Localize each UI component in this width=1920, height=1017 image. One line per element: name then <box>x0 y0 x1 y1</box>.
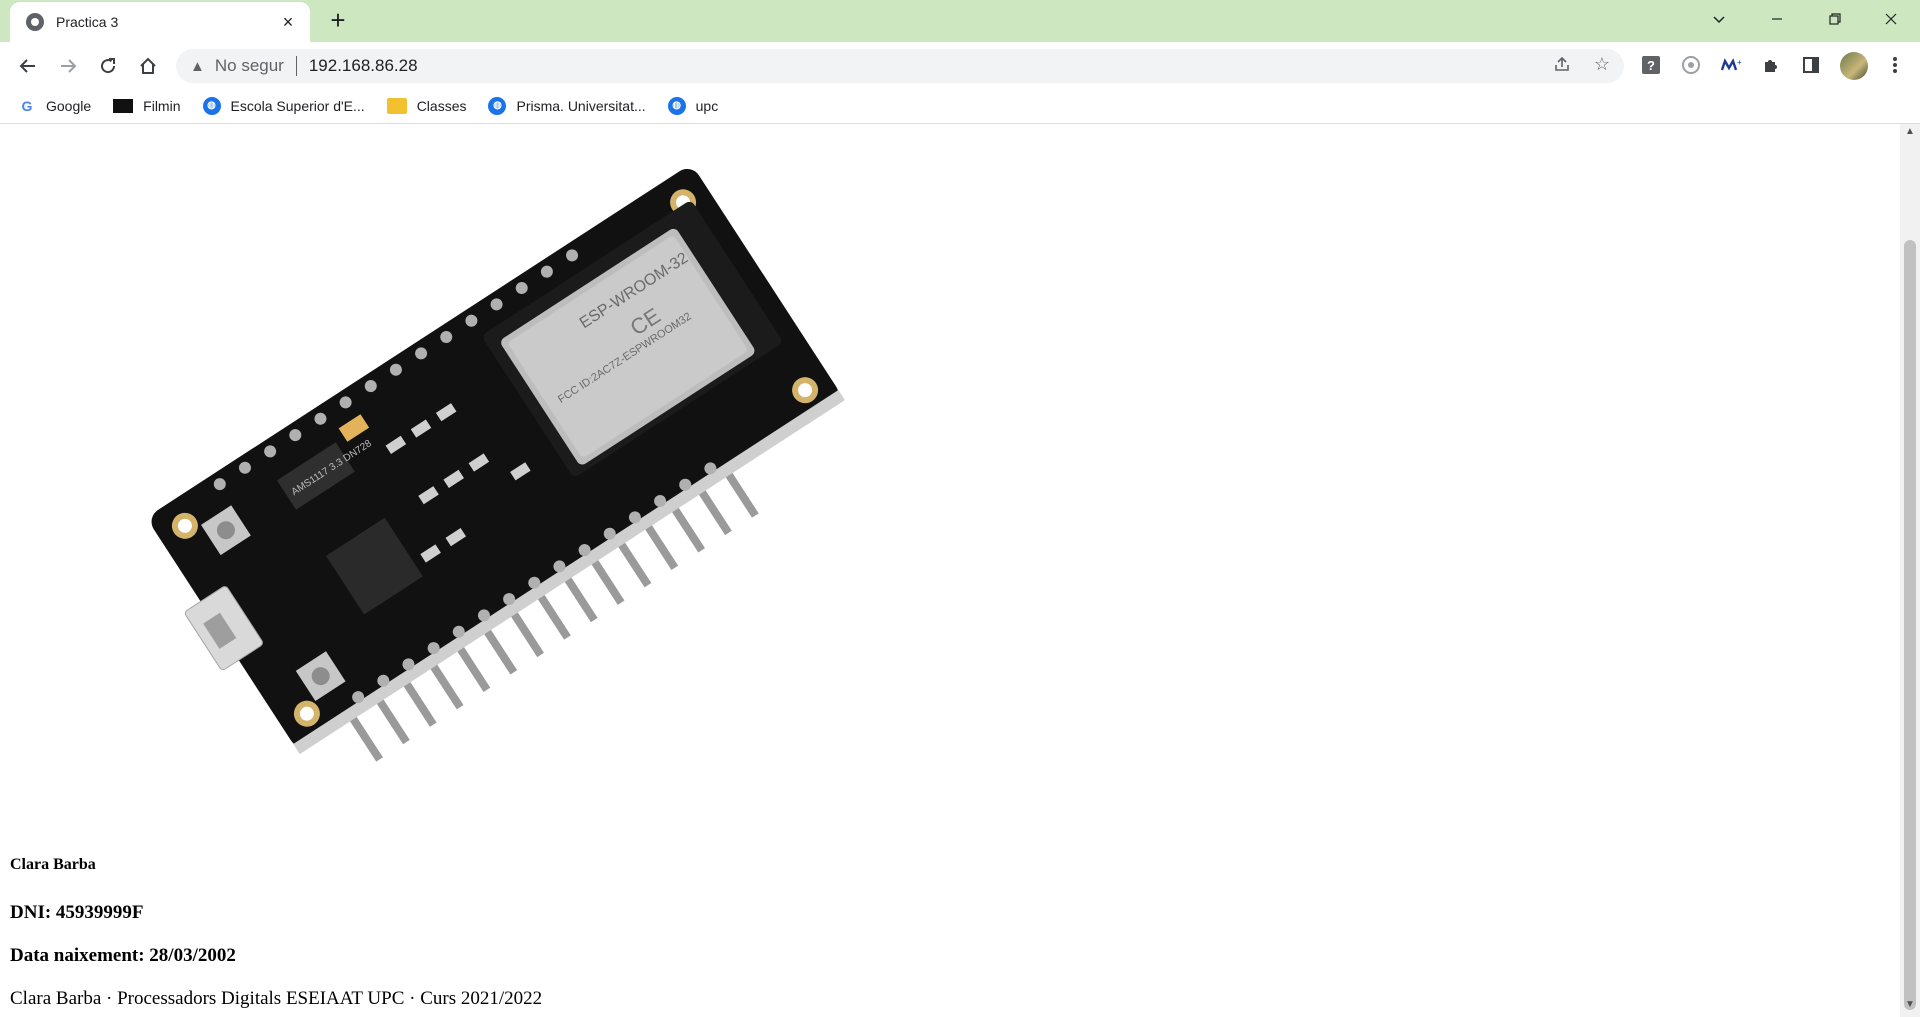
globe-icon: ◍ <box>202 96 221 115</box>
security-label[interactable]: No segur <box>215 56 284 76</box>
bookmark-label: Google <box>46 97 92 114</box>
google-icon: G <box>21 97 33 114</box>
address-bar[interactable]: ▲ No segur 192.168.86.28 <box>176 49 1624 83</box>
bookmark-prisma[interactable]: ◍ Prisma. Universitat... <box>488 96 646 115</box>
bookmark-label: Escola Superior d'E... <box>230 97 365 114</box>
bookmark-filmin[interactable]: Filmin <box>113 97 181 114</box>
extension-circle-icon[interactable] <box>1676 50 1706 80</box>
close-window-button[interactable] <box>1862 0 1920 38</box>
new-tab-button[interactable]: + <box>324 6 352 34</box>
svg-text:+: + <box>1737 58 1742 67</box>
tab-search-chevron-icon[interactable] <box>1690 0 1748 38</box>
forward-button[interactable] <box>52 50 84 82</box>
back-button[interactable] <box>12 50 44 82</box>
tab-title: Practica 3 <box>56 14 119 30</box>
address-divider <box>295 56 297 76</box>
esp32-board-image: ESP-WROOM-32 FCC ID:2AC7Z-ESPWROOM32 CE … <box>151 168 845 762</box>
page-scrollbar[interactable]: ▲ ▼ <box>1900 124 1920 1017</box>
scrollbar-thumb[interactable] <box>1904 240 1916 1010</box>
profile-avatar[interactable] <box>1840 52 1868 80</box>
browser-toolbar: ▲ No segur 192.168.86.28 ☆ ? + <box>0 42 1920 88</box>
globe-icon: ◍ <box>667 96 686 115</box>
tab-practica-3[interactable]: Practica 3 × <box>10 2 310 42</box>
bookmark-label: Filmin <box>143 97 181 114</box>
side-panel-icon[interactable] <box>1796 50 1826 80</box>
scroll-up-arrow-icon[interactable]: ▲ <box>1900 126 1920 142</box>
bookmark-label: Classes <box>416 97 467 114</box>
student-name: Clara Barba <box>10 856 96 873</box>
bookmark-label: upc <box>695 97 719 114</box>
share-icon[interactable] <box>1548 50 1576 78</box>
bookmark-label: Prisma. Universitat... <box>516 97 646 114</box>
page-content: ESP-WROOM-32 FCC ID:2AC7Z-ESPWROOM32 CE … <box>0 124 1900 1017</box>
bookmark-escola-superior[interactable]: ◍ Escola Superior d'E... <box>202 96 365 115</box>
student-birthdate: Data naixement: 28/03/2002 <box>10 945 236 966</box>
home-button[interactable] <box>132 50 164 82</box>
svg-text:?: ? <box>1647 58 1655 73</box>
page-footer: Clara Barba · Processadors Digitals ESEI… <box>10 988 543 1009</box>
reload-button[interactable] <box>92 50 124 82</box>
bookmarks-bar: G Google Filmin ◍ Escola Superior d'E...… <box>0 88 1920 124</box>
browser-menu-icon[interactable] <box>1880 50 1910 80</box>
tab-strip: Practica 3 × + <box>0 0 1920 42</box>
classroom-icon <box>386 97 407 114</box>
student-dni: DNI: 45939999F <box>10 902 144 923</box>
scroll-down-arrow-icon[interactable]: ▼ <box>1900 999 1920 1015</box>
bookmark-upc[interactable]: ◍ upc <box>667 96 719 115</box>
site-favicon-icon <box>26 13 44 31</box>
bookmark-google[interactable]: G Google <box>18 97 92 115</box>
bookmark-classes[interactable]: Classes <box>386 97 467 114</box>
filmin-icon <box>113 98 134 113</box>
url-text[interactable]: 192.168.86.28 <box>309 56 418 76</box>
minimize-button[interactable] <box>1748 0 1806 38</box>
help-extension-icon[interactable]: ? <box>1636 50 1666 80</box>
bookmark-star-icon[interactable]: ☆ <box>1588 50 1616 78</box>
movistar-extension-icon[interactable]: + <box>1716 50 1746 80</box>
extensions-puzzle-icon[interactable] <box>1756 50 1786 80</box>
warning-icon[interactable]: ▲ <box>190 58 205 75</box>
tab-close-button[interactable]: × <box>278 12 298 33</box>
restore-button[interactable] <box>1806 0 1864 38</box>
globe-icon: ◍ <box>488 96 507 115</box>
